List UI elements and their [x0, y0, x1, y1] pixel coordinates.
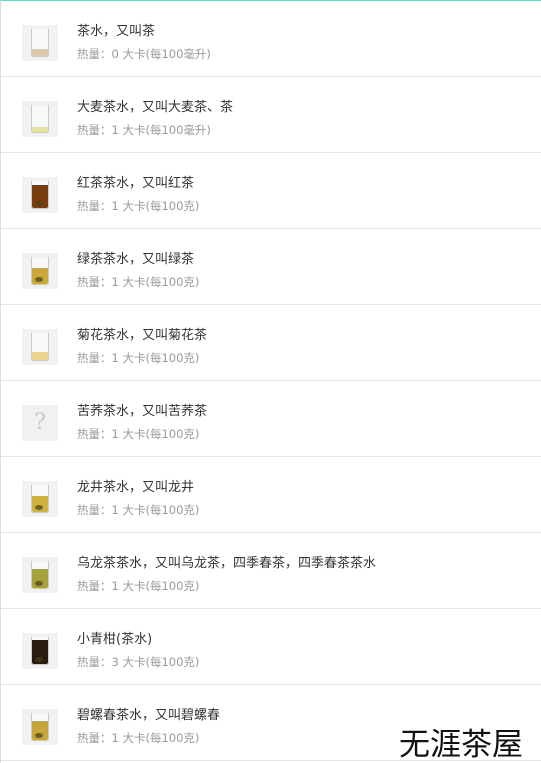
tea-leaf: [35, 581, 43, 586]
item-name: 乌龙茶茶水，又叫乌龙茶，四季春茶，四季春茶茶水: [77, 556, 377, 571]
item-name: 绿茶茶水，又叫绿茶: [77, 252, 195, 267]
glass-shape: [31, 257, 49, 285]
list-item[interactable]: 菊花茶水，又叫菊花茶 热量：1 大卡(每100克): [1, 305, 541, 381]
tea-leaf: [35, 505, 43, 510]
tea-liquid: [32, 127, 48, 132]
item-name: 菊花茶水，又叫菊花茶: [77, 328, 208, 343]
item-calories: 热量：1 大卡(每100克): [77, 579, 200, 593]
glass-shape: [31, 181, 49, 209]
item-name: 碧螺春茶水，又叫碧螺春: [77, 708, 221, 723]
clear-tea-glass-icon: [22, 25, 58, 61]
item-calories: 热量：3 大卡(每100克): [77, 655, 200, 669]
item-calories: 热量：1 大卡(每100克): [77, 199, 200, 213]
list-item[interactable]: 红茶茶水，又叫红茶 热量：1 大卡(每100克): [1, 153, 541, 229]
list-item[interactable]: 绿茶茶水，又叫绿茶 热量：1 大卡(每100克): [1, 229, 541, 305]
list-item[interactable]: ? 苦荞茶水，又叫苦荞茶 热量：1 大卡(每100克): [1, 381, 541, 457]
glass-shape: [31, 637, 49, 665]
tea-leaf: [35, 277, 43, 282]
glass-shape: [31, 105, 49, 133]
glass-shape: [31, 333, 49, 361]
question-mark-glyph: ?: [34, 410, 46, 435]
tea-leaf: [35, 733, 43, 738]
list-item[interactable]: 大麦茶水，又叫大麦茶、茶 热量：1 大卡(每100毫升): [1, 77, 541, 153]
question-placeholder-icon: ?: [22, 405, 58, 441]
item-name: 红茶茶水，又叫红茶: [77, 176, 195, 191]
item-name: 茶水，又叫茶: [77, 24, 156, 39]
glass-shape: [31, 29, 49, 57]
item-calories: 热量：1 大卡(每100克): [77, 503, 200, 517]
green-tea-glass-icon: [22, 253, 58, 289]
tea-list: 茶水，又叫茶 热量：0 大卡(每100毫升) 大麦茶水，又叫大麦茶、茶 热量：1…: [1, 1, 541, 761]
list-item[interactable]: 茶水，又叫茶 热量：0 大卡(每100毫升): [1, 1, 541, 77]
barley-tea-glass-icon: [22, 101, 58, 137]
glass-shape: [31, 561, 49, 589]
item-calories: 热量：1 大卡(每100毫升): [77, 123, 211, 137]
item-name: 龙井茶水，又叫龙井: [77, 480, 195, 495]
oolong-tea-glass-icon: [22, 557, 58, 593]
longjing-tea-glass-icon: [22, 481, 58, 517]
black-tea-glass-icon: [22, 177, 58, 213]
item-calories: 热量：1 大卡(每100克): [77, 275, 200, 289]
glass-shape: [31, 485, 49, 513]
list-item[interactable]: 小青柑(茶水) 热量：3 大卡(每100克): [1, 609, 541, 685]
item-calories: 热量：1 大卡(每100克): [77, 731, 200, 745]
xiaoqinggan-tea-glass-icon: [22, 633, 58, 669]
watermark-text: 无涯茶屋: [399, 727, 523, 763]
item-calories: 热量：0 大卡(每100毫升): [77, 47, 211, 61]
glass-shape: [31, 713, 49, 741]
list-item[interactable]: 乌龙茶茶水，又叫乌龙茶，四季春茶，四季春茶茶水 热量：1 大卡(每100克): [1, 533, 541, 609]
item-calories: 热量：1 大卡(每100克): [77, 427, 200, 441]
page: 茶水，又叫茶 热量：0 大卡(每100毫升) 大麦茶水，又叫大麦茶、茶 热量：1…: [0, 0, 541, 763]
biluochun-tea-glass-icon: [22, 709, 58, 745]
item-calories: 热量：1 大卡(每100克): [77, 351, 200, 365]
item-name: 小青柑(茶水): [77, 632, 153, 647]
tea-liquid: [32, 352, 48, 360]
tea-leaf: [35, 657, 43, 662]
item-name: 大麦茶水，又叫大麦茶、茶: [77, 100, 234, 115]
item-name: 苦荞茶水，又叫苦荞茶: [77, 404, 208, 419]
tea-liquid: [32, 49, 48, 56]
chrysanthemum-tea-glass-icon: [22, 329, 58, 365]
list-item[interactable]: 龙井茶水，又叫龙井 热量：1 大卡(每100克): [1, 457, 541, 533]
tea-leaf: [35, 201, 43, 206]
